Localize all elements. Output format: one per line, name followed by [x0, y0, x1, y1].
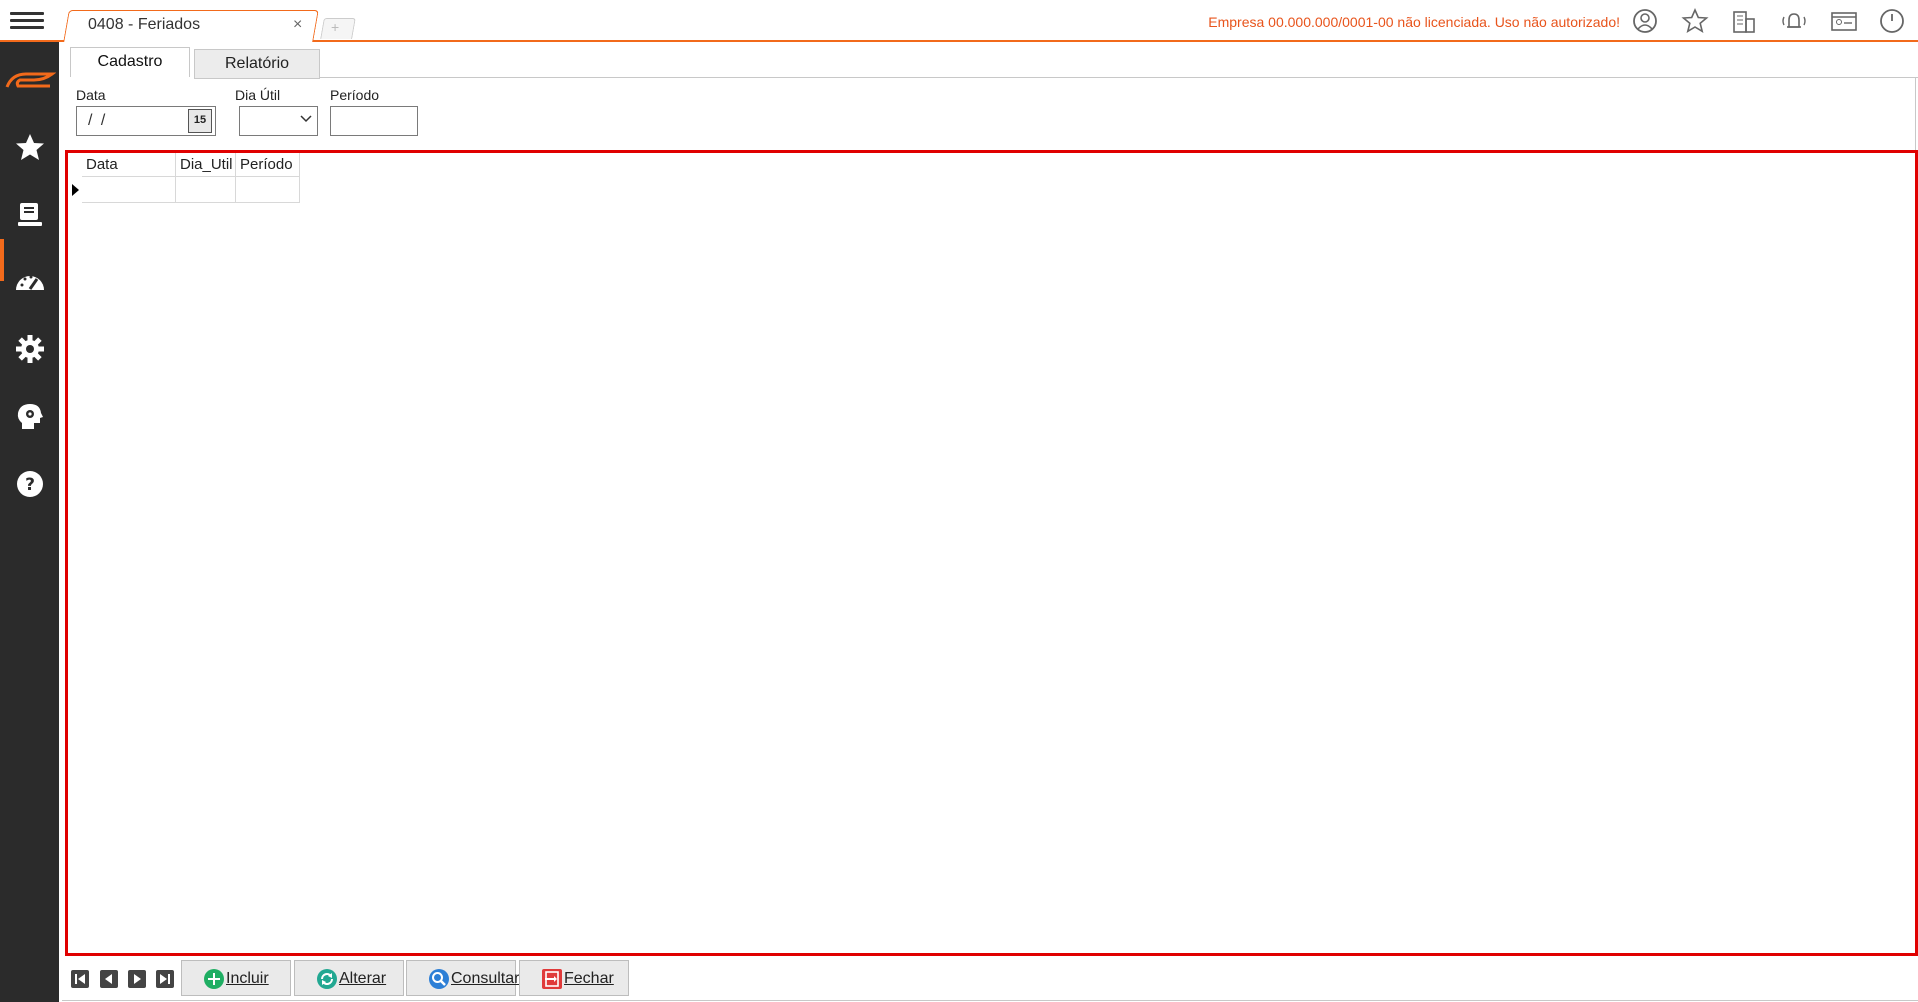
table-cell[interactable] — [236, 177, 300, 203]
current-row-indicator-icon — [72, 184, 79, 196]
data-label: Data — [76, 87, 106, 103]
star-outline-icon[interactable] — [1680, 8, 1710, 34]
power-icon[interactable] — [1877, 8, 1907, 34]
incluir-label: Incluir — [226, 970, 269, 987]
tab-cadastro[interactable]: Cadastro — [70, 47, 190, 77]
favorites-star-icon[interactable] — [13, 130, 47, 164]
tab-divider — [194, 77, 1918, 78]
dashboard-gauge-icon[interactable] — [13, 265, 47, 299]
table-cell[interactable] — [176, 177, 236, 203]
sidebar: ? — [0, 42, 59, 1002]
bottom-toolbar: Incluir Alterar Consultar Fechar — [59, 956, 1918, 1002]
support-head-gear-icon[interactable] — [13, 400, 47, 434]
incluir-button[interactable]: Incluir — [181, 960, 291, 996]
column-header-periodo[interactable]: Período — [236, 153, 300, 177]
alterar-label: Alterar — [339, 970, 387, 987]
tab-close-icon[interactable]: × — [293, 16, 302, 34]
bell-ring-icon[interactable] — [1779, 8, 1809, 34]
svg-text:?: ? — [25, 475, 35, 495]
last-record-icon[interactable] — [156, 970, 174, 988]
data-input-value: / / — [88, 112, 108, 129]
sidebar-active-indicator — [0, 239, 4, 281]
alterar-button[interactable]: Alterar — [294, 960, 404, 996]
registry-icon[interactable] — [13, 197, 47, 231]
periodo-input[interactable] — [330, 106, 418, 136]
consultar-button[interactable]: Consultar — [406, 960, 520, 996]
plus-circle-icon — [204, 969, 224, 989]
fechar-label: Fechar — [564, 970, 614, 987]
table-cell[interactable] — [82, 177, 176, 203]
toolbar-bottom-border — [62, 1000, 1918, 1001]
refresh-icon — [317, 969, 337, 989]
magnifier-icon — [429, 969, 449, 989]
dia-util-label: Dia Útil — [235, 87, 281, 103]
document-tab-title[interactable]: 0408 - Feriados — [88, 16, 200, 34]
fechar-button[interactable]: Fechar — [519, 960, 629, 996]
column-header-dia-util[interactable]: Dia_Util — [176, 153, 236, 177]
buildings-icon[interactable] — [1729, 8, 1759, 34]
new-tab-plus-icon[interactable]: + — [331, 19, 339, 35]
records-grid[interactable]: Data Dia_Util Período — [65, 150, 1918, 956]
license-warning-text: Empresa 00.000.000/0001-00 não licenciad… — [1208, 14, 1620, 30]
user-circle-icon[interactable] — [1630, 8, 1660, 34]
top-bar: 0408 - Feriados × + Empresa 00.000.000/0… — [0, 0, 1918, 42]
id-card-icon[interactable] — [1829, 8, 1859, 34]
menu-hamburger-icon[interactable] — [10, 8, 44, 34]
consultar-label: Consultar — [451, 970, 520, 987]
periodo-label: Período — [330, 87, 380, 103]
first-record-icon[interactable] — [71, 970, 89, 988]
settings-gear-icon[interactable] — [13, 332, 47, 366]
chevron-down-icon[interactable] — [300, 112, 312, 126]
calendar-icon[interactable]: 15 — [188, 109, 212, 133]
previous-record-icon[interactable] — [100, 970, 118, 988]
help-question-icon[interactable]: ? — [13, 467, 47, 501]
tab-relatorio[interactable]: Relatório — [194, 49, 320, 79]
next-record-icon[interactable] — [128, 970, 146, 988]
column-header-data[interactable]: Data — [82, 153, 176, 177]
logo-icon[interactable] — [4, 62, 57, 96]
exit-door-icon — [542, 969, 562, 989]
